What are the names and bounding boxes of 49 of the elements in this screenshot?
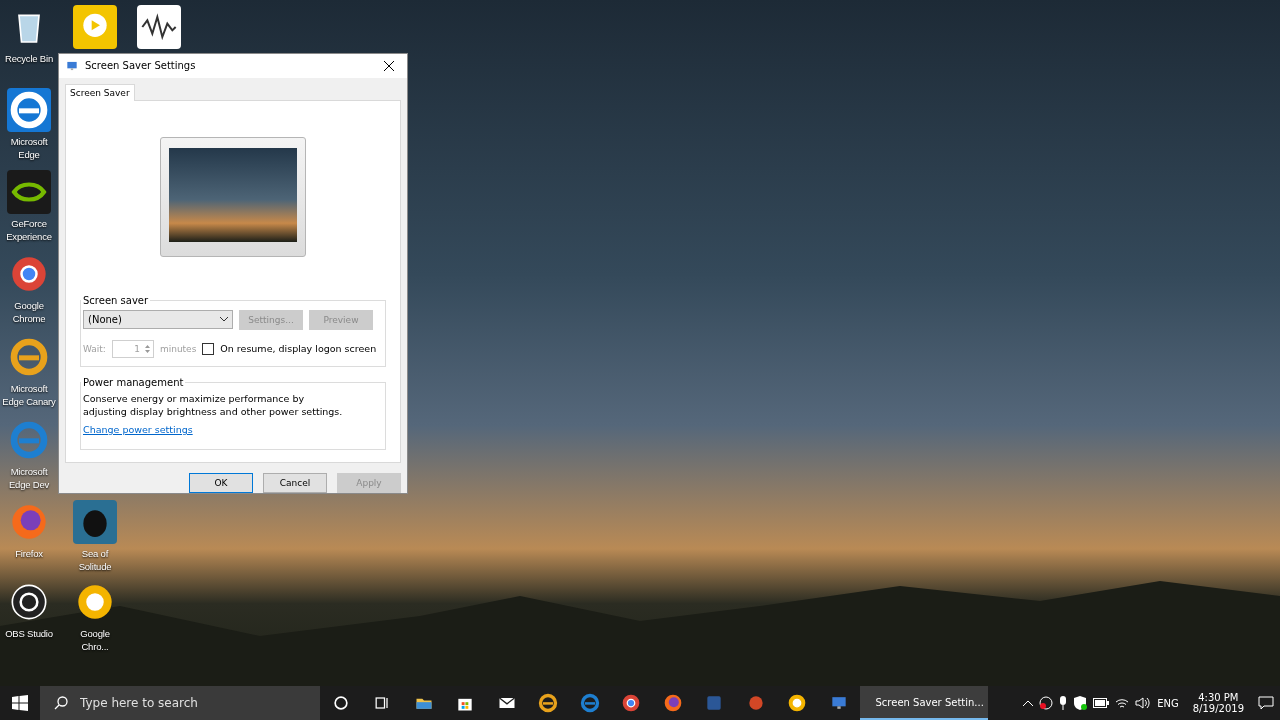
shortcut-label: Recycle Bin xyxy=(5,52,53,65)
shield-icon[interactable] xyxy=(1073,696,1088,710)
windows-logo-icon xyxy=(12,695,28,711)
checkbox-label: On resume, display logon screen xyxy=(220,343,377,355)
battery-icon[interactable] xyxy=(1093,698,1110,708)
shortcut-label: Sea of Solitude xyxy=(77,547,113,573)
taskbar-window-button[interactable]: Screen Saver Settin... xyxy=(859,686,988,720)
shortcut-label: Microsoft Edge Canary xyxy=(1,382,57,408)
description-text: Conserve energy or maximize performance by adjusting display brightness and other power settings. xyxy=(83,391,343,418)
wait-label: Wait: xyxy=(83,343,106,354)
clock-date[interactable]: 8/19/2019 xyxy=(1192,703,1244,714)
browser-icon xyxy=(9,420,49,460)
tab[interactable]: Screen Saver xyxy=(65,83,135,101)
close-icon xyxy=(384,60,394,71)
shortcut-label: OBS Studio xyxy=(5,627,53,640)
shortcut-label: Microsoft Edge Dev xyxy=(7,465,51,491)
group-label: Power management xyxy=(82,376,185,388)
search-icon xyxy=(54,696,68,710)
browser-icon xyxy=(538,693,559,713)
group-label: Screen saver xyxy=(82,294,150,306)
desktop-shortcut[interactable] xyxy=(7,170,51,214)
desktop-shortcut[interactable] xyxy=(137,5,181,49)
shortcut-label: Microsoft Edge xyxy=(9,135,49,161)
power-settings-link[interactable]: Change power settings xyxy=(83,423,193,435)
microphone-icon[interactable] xyxy=(1059,696,1068,710)
browser-icon xyxy=(579,693,600,713)
browser-icon xyxy=(9,90,49,130)
minutes-label: minutes xyxy=(159,343,197,354)
screen-saver-dropdown[interactable]: (None) xyxy=(83,310,233,330)
speaker-icon[interactable] xyxy=(1135,697,1152,709)
window-title: Screen Saver Settings xyxy=(85,60,197,72)
wifi-icon[interactable] xyxy=(1115,697,1130,709)
spinner-arrows-icon xyxy=(143,342,151,355)
dialog-button[interactable]: Cancel xyxy=(263,473,327,493)
dialog-button[interactable]: OK xyxy=(189,473,253,493)
shortcut-label: Google Chro... xyxy=(79,627,111,653)
recording-icon[interactable] xyxy=(1039,696,1054,710)
search-field[interactable]: Type here to search xyxy=(40,686,320,720)
chevron-up-icon[interactable] xyxy=(1023,700,1034,706)
chevron-down-icon xyxy=(220,317,228,323)
notifications-icon[interactable] xyxy=(1258,696,1274,710)
search-input[interactable]: Type here to search xyxy=(78,695,302,711)
language-indicator[interactable]: ENG xyxy=(1157,697,1179,709)
shortcut-label: Google Chrome xyxy=(11,299,47,325)
browser-icon xyxy=(9,337,49,377)
shortcut-label: Firefox xyxy=(15,547,43,560)
checkbox[interactable] xyxy=(202,342,215,355)
clock-time[interactable]: 4:30 PM xyxy=(1198,692,1239,703)
shortcut-label: GeForce Experience xyxy=(5,217,53,243)
